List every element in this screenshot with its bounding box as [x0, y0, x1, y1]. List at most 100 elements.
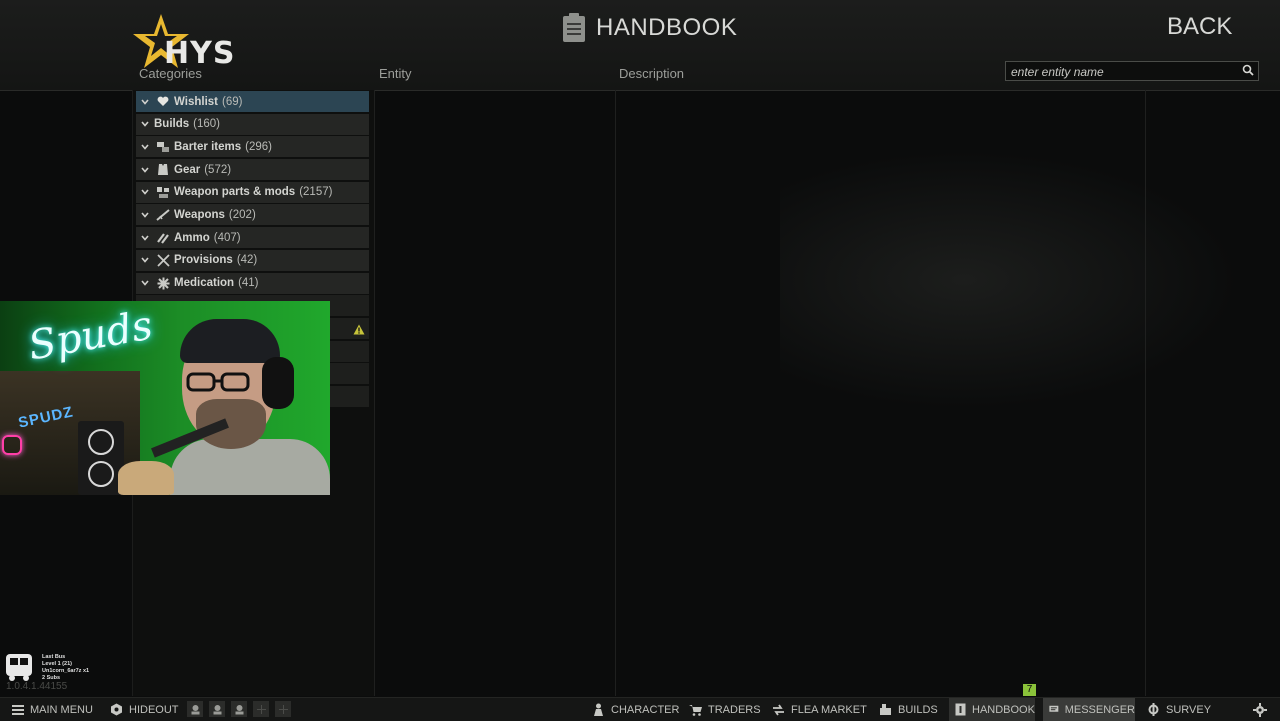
character-icon [594, 703, 603, 716]
category-label: Weapons [174, 208, 225, 221]
plus-icon [278, 704, 288, 714]
column-divider [374, 90, 375, 696]
main-menu-button[interactable]: MAIN MENU [12, 698, 93, 721]
category-count: (572) [204, 163, 232, 176]
chevron-down-icon [136, 189, 154, 195]
category-medication[interactable]: Medication (41) [136, 272, 369, 294]
page-title-group: HANDBOOK [562, 12, 737, 44]
stream-widget-text: Last Bus Level 1 (21) Un1corn_6ar7z x1 2… [42, 654, 89, 682]
traders-button[interactable]: TRADERS [689, 698, 761, 721]
flea-market-button[interactable]: FLEA MARKET [772, 698, 867, 721]
category-label: Ammo [174, 231, 210, 244]
warning-icon [353, 324, 365, 335]
headphones-icon [262, 357, 294, 409]
messenger-button[interactable]: MESSENGER [1043, 698, 1135, 721]
category-wishlist[interactable]: Wishlist (69) [136, 91, 369, 112]
header: HYS HANDBOOK BACK Categories Entity Desc… [0, 0, 1280, 91]
category-gear[interactable]: Gear (572) [136, 159, 369, 181]
category-label: Barter items [174, 140, 242, 153]
chevron-down-icon [136, 212, 154, 218]
handbook-button[interactable]: HANDBOOK [949, 698, 1035, 721]
microphone-icon [118, 461, 174, 495]
gear-icon [1253, 702, 1267, 717]
main-menu-label: MAIN MENU [30, 703, 93, 716]
chevron-down-icon [136, 167, 154, 173]
squad-slot-1[interactable] [187, 701, 203, 717]
description-column-header: Description [619, 66, 685, 81]
messenger-label: MESSENGER [1064, 703, 1135, 716]
exchange-icon [773, 704, 784, 715]
search-box[interactable] [1005, 61, 1259, 81]
category-count: (2157) [299, 186, 333, 199]
chevron-down-icon [136, 98, 154, 105]
person-beard [196, 399, 266, 449]
squad-slot-3[interactable] [231, 701, 247, 717]
hideout-button[interactable]: HIDEOUT [110, 698, 179, 721]
search-icon[interactable] [1242, 64, 1254, 76]
category-label: Gear [174, 163, 201, 176]
menu-icon [12, 704, 24, 715]
handbook-icon [955, 703, 966, 716]
handbook-icon [563, 13, 585, 42]
provisions-icon [154, 253, 172, 267]
bus-icon [6, 654, 32, 681]
category-count: (42) [236, 254, 258, 267]
category-builds[interactable]: Builds (160) [136, 113, 369, 135]
survey-icon [1148, 703, 1159, 716]
medication-icon [154, 276, 172, 290]
chevron-down-icon [136, 121, 154, 127]
builds-button[interactable]: BUILDS [879, 698, 938, 721]
chevron-down-icon [136, 144, 154, 150]
survey-label: SURVEY [1166, 703, 1212, 716]
squad-slot-2[interactable] [209, 701, 225, 717]
category-label: Wishlist [174, 95, 218, 108]
fan-icon [88, 429, 114, 455]
survey-button[interactable]: SURVEY [1147, 698, 1211, 721]
squad-slot-5[interactable] [275, 701, 291, 717]
logo: HYS [132, 12, 242, 72]
category-weapon-parts-mods[interactable]: Weapon parts & mods (2157) [136, 181, 369, 203]
character-button[interactable]: CHARACTER [592, 698, 679, 721]
page-title: HANDBOOK [596, 14, 738, 41]
widget-line: Level 1 (21) [42, 661, 72, 667]
traders-label: TRADERS [708, 703, 761, 716]
widget-line: Last Bus [42, 654, 66, 660]
chevron-down-icon [136, 235, 154, 241]
rifle-icon [154, 208, 172, 222]
player-icon [191, 704, 199, 714]
webcam-overlay: Spuds SPUDZ [0, 301, 330, 495]
player-icon [213, 704, 221, 714]
gear-vest-icon [154, 163, 172, 177]
barter-icon [154, 140, 172, 154]
category-barter-items[interactable]: Barter items (296) [136, 136, 369, 158]
hideout-icon [111, 703, 122, 716]
person-beanie [180, 319, 280, 363]
widget-line: Un1corn_6ar7z x1 [42, 668, 90, 674]
back-button[interactable]: BACK [1167, 13, 1232, 41]
player-icon [235, 704, 243, 714]
plus-icon [256, 704, 266, 714]
category-count: (41) [238, 277, 259, 289]
settings-button[interactable] [1253, 698, 1267, 721]
neon-sign: Spuds [24, 302, 156, 370]
background-scene [780, 150, 1240, 410]
messenger-badge: 7 [1023, 684, 1036, 696]
taskbar: MAIN MENU HIDEOUT CHARACTER TRADERS FLEA… [0, 697, 1280, 721]
weapon-parts-icon [154, 185, 172, 199]
category-count: (407) [213, 231, 241, 244]
chevron-down-icon [136, 280, 154, 286]
column-divider [1145, 90, 1146, 696]
stream-widget: Last Bus Level 1 (21) Un1corn_6ar7z x1 2… [4, 652, 89, 682]
search-input[interactable] [1009, 63, 1238, 81]
squad-slot-4[interactable] [253, 701, 269, 717]
category-ammo[interactable]: Ammo (407) [136, 227, 369, 249]
category-count: (202) [228, 208, 256, 221]
chat-icon [1049, 705, 1059, 712]
hideout-label: HIDEOUT [129, 703, 179, 716]
category-weapons[interactable]: Weapons (202) [136, 204, 369, 226]
fan-icon [88, 461, 114, 487]
category-provisions[interactable]: Provisions (42) [136, 249, 369, 271]
ammo-icon [154, 231, 172, 245]
category-label: Provisions [174, 254, 233, 267]
glasses-icon [186, 372, 250, 392]
